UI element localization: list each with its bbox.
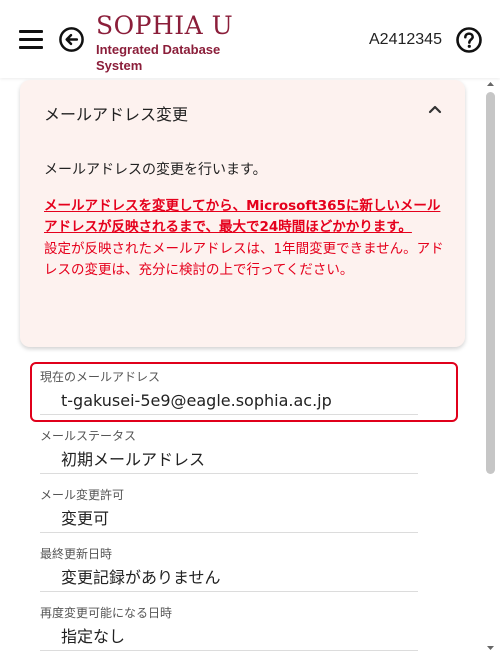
field-label: メール変更許可 [40, 488, 125, 502]
field-change-permission: メール変更許可 変更可 [40, 487, 418, 533]
app-header: SOPHIA U Integrated Database System A241… [0, 0, 500, 78]
back-arrow-icon[interactable] [58, 26, 85, 53]
logo-subtitle: Integrated Database System [96, 42, 221, 73]
warning-text: 設定が反映されたメールアドレスは、1年間変更できません。アドレスの変更は、充分に… [44, 241, 444, 278]
field-label: 再度変更可能になる日時 [40, 606, 173, 620]
chevron-up-icon[interactable] [426, 102, 444, 116]
scroll-down-arrow-icon[interactable] [486, 644, 495, 652]
field-last-updated: 最終更新日時 変更記録がありません [40, 546, 418, 592]
help-icon[interactable] [455, 26, 483, 54]
menu-icon[interactable] [19, 30, 45, 50]
field-mail-status: メールステータス 初期メールアドレス [40, 428, 418, 474]
field-label: 最終更新日時 [40, 547, 113, 561]
panel-body: メールアドレスの変更を行います。 メールアドレスを変更してから、Microsof… [44, 160, 444, 281]
field-value: 指定なし [61, 627, 126, 646]
email-change-panel: メールアドレス変更 メールアドレスの変更を行います。 メールアドレスを変更してか… [20, 80, 465, 347]
logo-title: SOPHIA U [96, 11, 234, 40]
field-label: 現在のメールアドレス [40, 370, 161, 384]
field-current-email: 現在のメールアドレス t-gakusei-5e9@eagle.sophia.ac… [40, 369, 418, 415]
divider [40, 414, 418, 415]
field-value: 変更記録がありません [61, 568, 221, 587]
intro-text: メールアドレスの変更を行います。 [44, 162, 267, 178]
user-id: A2412345 [369, 31, 442, 48]
divider [40, 532, 418, 533]
divider [40, 473, 418, 474]
field-next-change-date: 再度変更可能になる日時 指定なし [40, 605, 418, 651]
field-value: 初期メールアドレス [61, 450, 206, 469]
warning-strong-text: メールアドレスを変更してから、Microsoft365に新しいメールアドレスが反… [44, 198, 441, 235]
divider [40, 650, 418, 651]
field-value: t-gakusei-5e9@eagle.sophia.ac.jp [61, 391, 332, 410]
scrollbar-thumb[interactable] [486, 92, 495, 474]
panel-title: メールアドレス変更 [44, 105, 189, 124]
divider [40, 591, 418, 592]
field-value: 変更可 [61, 509, 110, 528]
scroll-up-arrow-icon[interactable] [486, 80, 495, 88]
logo[interactable]: SOPHIA U Integrated Database System [96, 11, 266, 74]
field-label: メールステータス [40, 429, 137, 443]
